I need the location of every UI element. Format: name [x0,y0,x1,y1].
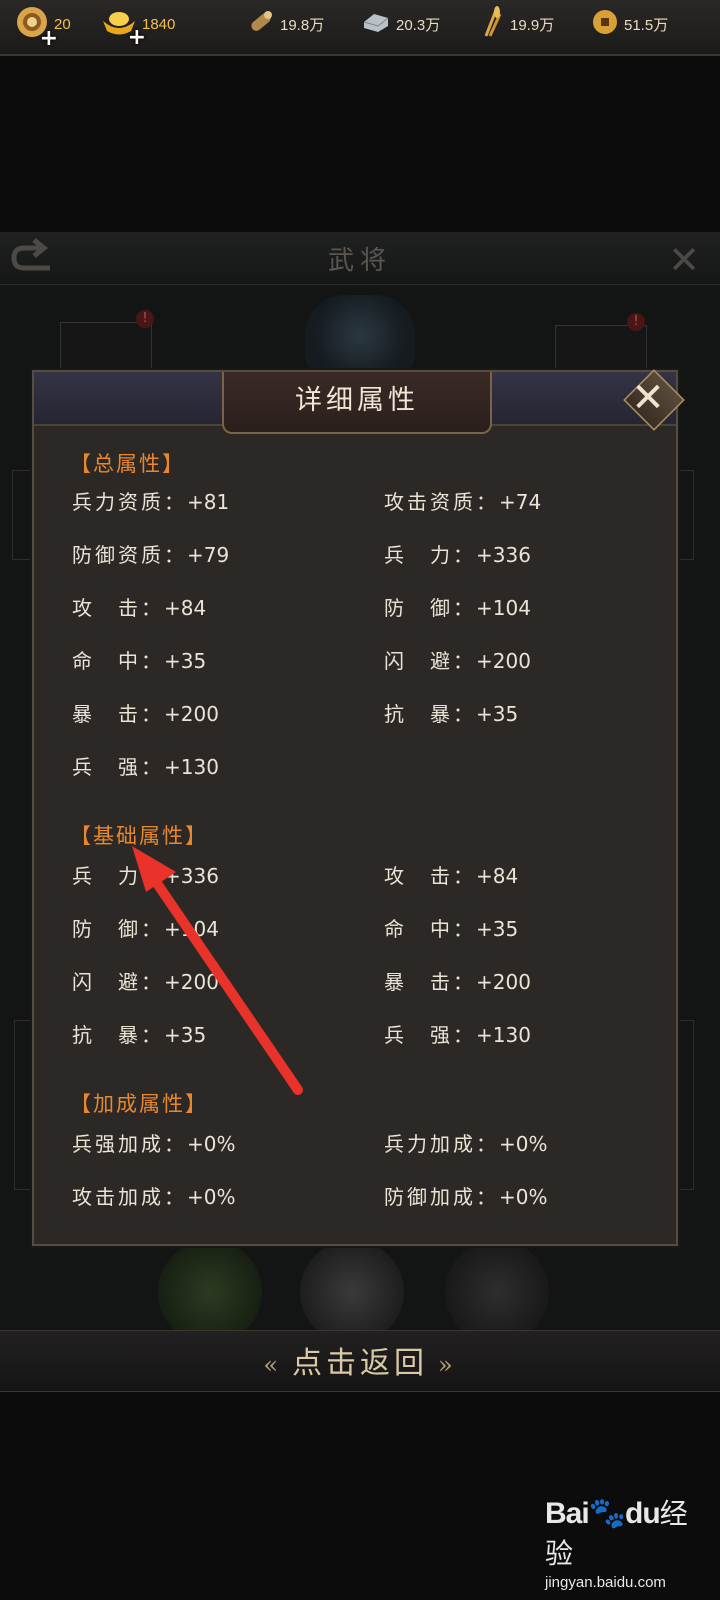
watermark-logo: Bai [545,1497,590,1530]
arrow-head [132,846,176,892]
watermark-url: jingyan.baidu.com [545,1574,666,1591]
arrow-shaft [147,871,303,1095]
baidu-jingyan-watermark: Bai🐾du经验 jingyan.baidu.com [545,1492,715,1592]
watermark-logo2: du [625,1497,661,1530]
annotation-arrow [132,846,303,1095]
watermark-paw-icon: 🐾 [588,1497,626,1530]
